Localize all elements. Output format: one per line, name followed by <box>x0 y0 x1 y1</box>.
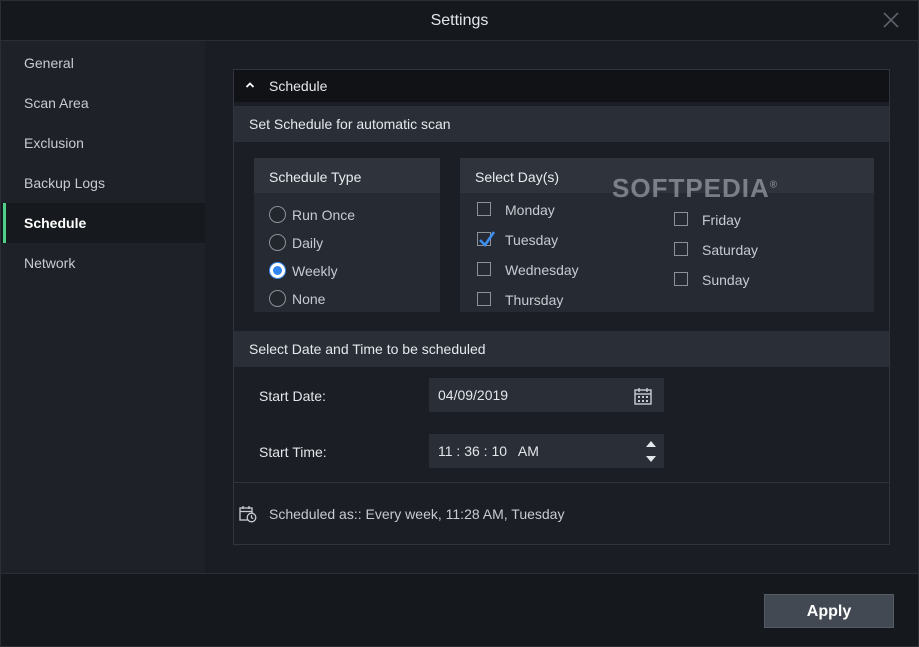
radio-none-label: None <box>292 291 326 307</box>
sidebar: General Scan Area Exclusion Backup Logs … <box>1 41 205 573</box>
sidebar-item-schedule[interactable]: Schedule <box>1 203 205 243</box>
sidebar-item-general[interactable]: General <box>1 43 205 83</box>
checkbox-wednesday-label: Wednesday <box>505 262 579 278</box>
settings-window: Settings General Scan Area Exclusion Bac… <box>0 0 919 647</box>
apply-button[interactable]: Apply <box>764 594 894 628</box>
checkbox-sunday-box[interactable] <box>674 272 688 286</box>
section-header-date-time: Select Date and Time to be scheduled <box>234 331 889 367</box>
radio-run-once-indicator[interactable] <box>269 206 286 223</box>
sidebar-item-scan-area[interactable]: Scan Area <box>1 83 205 123</box>
checkbox-saturday-label: Saturday <box>702 242 759 258</box>
radio-run-once-label: Run Once <box>292 207 356 223</box>
checkbox-saturday-box[interactable] <box>674 242 688 256</box>
section-header-automatic-scan: Set Schedule for automatic scan <box>234 106 889 142</box>
checkmark-icon <box>479 231 496 248</box>
calendar-clock-icon <box>239 506 257 523</box>
start-date-value: 04/09/2019 <box>438 387 509 403</box>
checkbox-tuesday-label: Tuesday <box>505 232 559 248</box>
watermark-text: SOFTPEDIA <box>612 173 770 203</box>
schedule-type-card-header: Schedule Type <box>254 158 440 193</box>
section-title-date-time: Select Date and Time to be scheduled <box>249 341 486 357</box>
checkbox-monday-label: Monday <box>505 202 555 218</box>
radio-weekly-indicator[interactable] <box>269 262 286 279</box>
schedule-panel: Schedule Set Schedule for automatic scan… <box>233 69 890 545</box>
sidebar-item-exclusion[interactable]: Exclusion <box>1 123 205 163</box>
main-content: Schedule Set Schedule for automatic scan… <box>205 41 918 573</box>
close-icon[interactable] <box>882 11 900 29</box>
divider <box>234 482 889 483</box>
sidebar-item-network[interactable]: Network <box>1 243 205 283</box>
radio-none-indicator[interactable] <box>269 290 286 307</box>
start-date-label: Start Date: <box>259 388 326 404</box>
title-bar: Settings <box>1 1 918 41</box>
start-time-value: 11 : 36 : 10 AM <box>438 443 539 459</box>
footer: Apply <box>1 573 918 646</box>
radio-daily-indicator[interactable] <box>269 234 286 251</box>
checkbox-thursday-box[interactable] <box>477 292 491 306</box>
scheduled-status-text: Scheduled as:: Every week, 11:28 AM, Tue… <box>269 506 565 522</box>
spin-up-icon[interactable] <box>645 439 657 449</box>
section-title-automatic-scan: Set Schedule for automatic scan <box>249 116 451 132</box>
schedule-panel-header[interactable]: Schedule <box>234 70 889 102</box>
start-time-field[interactable]: 11 : 36 : 10 AM <box>429 434 664 468</box>
spin-down-icon[interactable] <box>645 454 657 464</box>
window-title: Settings <box>430 12 489 29</box>
calendar-icon[interactable] <box>633 386 653 406</box>
start-date-field[interactable]: 04/09/2019 <box>429 378 664 412</box>
schedule-panel-title: Schedule <box>269 78 328 94</box>
checkbox-friday-label: Friday <box>702 212 741 228</box>
sidebar-item-backup-logs[interactable]: Backup Logs <box>1 163 205 203</box>
schedule-type-title: Schedule Type <box>269 169 362 185</box>
chevron-up-icon[interactable] <box>244 79 256 91</box>
schedule-type-card: Schedule Type Run Once Daily Weekly None <box>254 158 440 312</box>
start-time-label: Start Time: <box>259 444 327 460</box>
checkbox-thursday-label: Thursday <box>505 292 564 308</box>
checkbox-sunday-label: Sunday <box>702 272 750 288</box>
select-days-title: Select Day(s) <box>475 169 560 185</box>
checkbox-tuesday-box[interactable] <box>477 231 496 248</box>
checkbox-wednesday-box[interactable] <box>477 262 491 276</box>
radio-weekly-label: Weekly <box>292 263 338 279</box>
checkbox-monday-box[interactable] <box>477 202 491 216</box>
radio-daily-label: Daily <box>292 235 324 251</box>
checkbox-friday-box[interactable] <box>674 212 688 226</box>
watermark: SOFTPEDIA® <box>612 173 779 203</box>
